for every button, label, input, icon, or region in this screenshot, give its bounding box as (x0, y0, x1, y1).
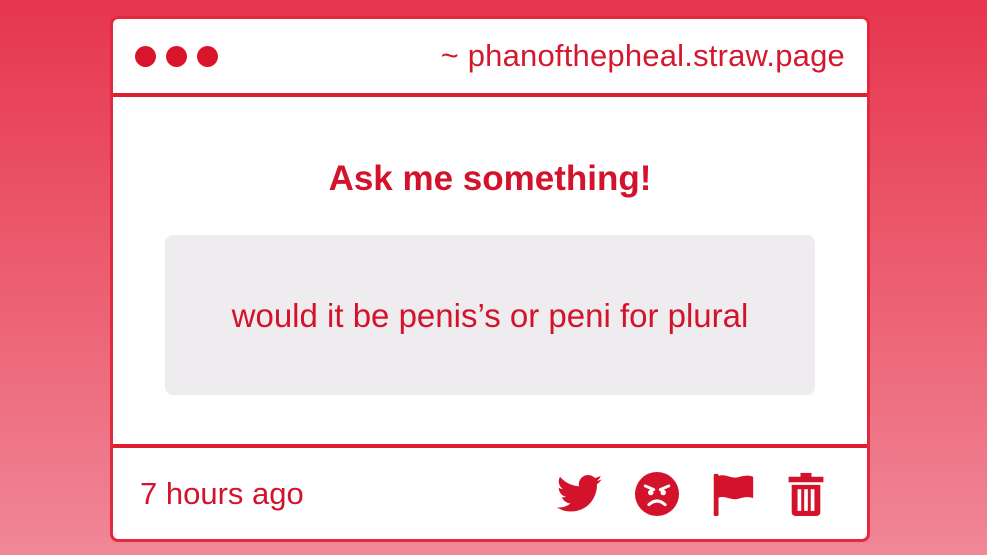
question-card: ~ phanofthepheal.straw.page Ask me somet… (110, 16, 870, 542)
card-footer: 7 hours ago (113, 448, 867, 539)
window-dot (166, 45, 187, 67)
trash-icon[interactable] (787, 472, 825, 516)
timestamp: 7 hours ago (140, 475, 304, 511)
question-body: Ask me something! would it be penis’s or… (113, 97, 867, 448)
angry-face-icon[interactable] (635, 471, 679, 516)
window-controls (135, 45, 218, 67)
flag-icon[interactable] (711, 472, 755, 516)
window-dot (135, 45, 156, 67)
question-text: would it be penis’s or peni for plural (231, 296, 749, 334)
twitter-icon[interactable] (557, 474, 603, 513)
question-box: would it be penis’s or peni for plural (165, 235, 815, 395)
page-title: Ask me something! (328, 159, 652, 198)
window-dot (197, 45, 218, 67)
page-url[interactable]: ~ phanofthepheal.straw.page (441, 38, 845, 74)
action-bar (557, 471, 825, 516)
window-titlebar: ~ phanofthepheal.straw.page (113, 19, 867, 97)
